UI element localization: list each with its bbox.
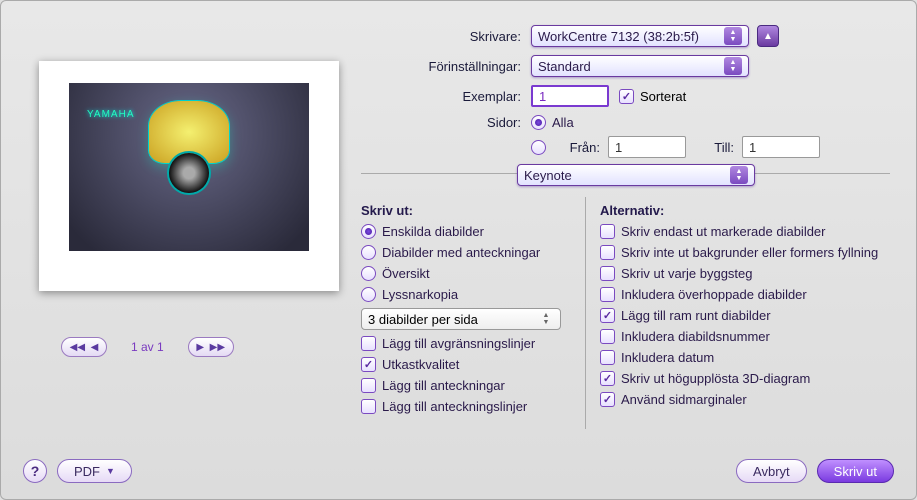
- pager-first-button[interactable]: ◀◀ ◀: [61, 337, 107, 357]
- print-button[interactable]: Skriv ut: [817, 459, 894, 483]
- opt-skipped[interactable]: [600, 287, 615, 302]
- options-columns: Skriv ut: Enskilda diabilder Diabilder m…: [361, 197, 890, 429]
- options-heading: Alternativ:: [600, 203, 880, 218]
- print-radio-label-3: Lyssnarkopia: [382, 287, 458, 302]
- printer-label: Skrivare:: [361, 29, 531, 44]
- print-radio-label-1: Diabilder med anteckningar: [382, 245, 540, 260]
- printer-value: WorkCentre 7132 (38:2b:5f): [538, 29, 718, 44]
- opt-label-5: Inkludera diabildsnummer: [621, 329, 770, 344]
- presets-value: Standard: [538, 59, 718, 74]
- print-radio-outline[interactable]: [361, 266, 376, 281]
- opt-label-4: Lägg till ram runt diabilder: [621, 308, 771, 323]
- check-label-0: Lägg till avgränsningslinjer: [382, 336, 535, 351]
- opt-each-build[interactable]: [600, 266, 615, 281]
- wheel-icon: [169, 153, 209, 193]
- print-column: Skriv ut: Enskilda diabilder Diabilder m…: [361, 197, 586, 429]
- help-button[interactable]: ?: [23, 459, 47, 483]
- preview-slide: YAMAHA: [69, 83, 309, 251]
- pages-label: Sidor:: [361, 115, 531, 130]
- check-label-2: Lägg till anteckningar: [382, 378, 505, 393]
- header-controls: Skrivare: WorkCentre 7132 (38:2b:5f) ▲▼ …: [361, 25, 890, 166]
- section-value: Keynote: [524, 168, 724, 183]
- opt-label-7: Skriv ut högupplösta 3D-diagram: [621, 371, 810, 386]
- slides-per-page-stepper[interactable]: 3 diabilder per sida ▲▼: [361, 308, 561, 330]
- print-label: Skriv ut: [834, 464, 877, 479]
- opt-label-8: Använd sidmarginaler: [621, 392, 747, 407]
- opt-label-2: Skriv ut varje byggsteg: [621, 266, 753, 281]
- to-input[interactable]: [742, 136, 820, 158]
- check-annotation-lines[interactable]: [361, 399, 376, 414]
- print-radio-label-2: Översikt: [382, 266, 430, 281]
- opt-no-backgrounds[interactable]: [600, 245, 615, 260]
- section-dropdown[interactable]: Keynote ▲▼: [517, 164, 755, 186]
- pager-last-button[interactable]: ▶ ▶▶: [188, 337, 234, 357]
- copies-input[interactable]: [531, 85, 609, 107]
- print-preview: YAMAHA: [39, 61, 339, 291]
- print-radio-handout[interactable]: [361, 287, 376, 302]
- pdf-label: PDF: [74, 464, 100, 479]
- collated-checkbox[interactable]: [619, 89, 634, 104]
- check-annotations[interactable]: [361, 378, 376, 393]
- chevron-down-icon: ▼: [106, 466, 115, 476]
- printer-dropdown[interactable]: WorkCentre 7132 (38:2b:5f) ▲▼: [531, 25, 749, 47]
- print-radio-notes[interactable]: [361, 245, 376, 260]
- options-column: Alternativ: Skriv endast ut markerade di…: [586, 197, 890, 429]
- cancel-button[interactable]: Avbryt: [736, 459, 807, 483]
- dialog-footer: ? PDF ▼ Avbryt Skriv ut: [23, 459, 894, 483]
- from-input[interactable]: [608, 136, 686, 158]
- check-label-3: Lägg till anteckningslinjer: [382, 399, 527, 414]
- preview-watermark: YAMAHA: [87, 109, 135, 120]
- print-heading: Skriv ut:: [361, 203, 575, 218]
- preview-pager: ◀◀ ◀ 1 av 1 ▶ ▶▶: [61, 337, 234, 357]
- opt-label-3: Inkludera överhoppade diabilder: [621, 287, 807, 302]
- cancel-label: Avbryt: [753, 464, 790, 479]
- opt-selected-only[interactable]: [600, 224, 615, 239]
- opt-frame[interactable]: [600, 308, 615, 323]
- opt-label-1: Skriv inte ut bakgrunder eller formers f…: [621, 245, 878, 260]
- dropdown-arrows-icon: ▲▼: [724, 27, 742, 45]
- opt-margins[interactable]: [600, 392, 615, 407]
- presets-label: Förinställningar:: [361, 59, 531, 74]
- print-radio-individual[interactable]: [361, 224, 376, 239]
- pages-all-label: Alla: [552, 115, 574, 130]
- to-label: Till:: [686, 140, 742, 155]
- pdf-button[interactable]: PDF ▼: [57, 459, 132, 483]
- stepper-arrows-icon: ▲▼: [538, 311, 554, 327]
- pager-label: 1 av 1: [117, 340, 178, 354]
- collapse-toggle[interactable]: ▲: [757, 25, 779, 47]
- pages-range-radio[interactable]: [531, 140, 546, 155]
- check-draft[interactable]: [361, 357, 376, 372]
- dropdown-arrows-icon: ▲▼: [724, 57, 742, 75]
- print-dialog: Skrivare: WorkCentre 7132 (38:2b:5f) ▲▼ …: [0, 0, 917, 500]
- opt-label-0: Skriv endast ut markerade diabilder: [621, 224, 826, 239]
- check-label-1: Utkastkvalitet: [382, 357, 459, 372]
- print-radio-label-0: Enskilda diabilder: [382, 224, 484, 239]
- opt-3d-charts[interactable]: [600, 371, 615, 386]
- from-label: Från:: [552, 140, 608, 155]
- check-dividers[interactable]: [361, 336, 376, 351]
- pages-all-radio[interactable]: [531, 115, 546, 130]
- presets-dropdown[interactable]: Standard ▲▼: [531, 55, 749, 77]
- opt-date[interactable]: [600, 350, 615, 365]
- opt-label-6: Inkludera datum: [621, 350, 714, 365]
- opt-slide-numbers[interactable]: [600, 329, 615, 344]
- copies-label: Exemplar:: [361, 89, 531, 104]
- dropdown-arrows-icon: ▲▼: [730, 166, 748, 184]
- slides-per-page-value: 3 diabilder per sida: [368, 312, 478, 327]
- collated-label: Sorterat: [640, 89, 686, 104]
